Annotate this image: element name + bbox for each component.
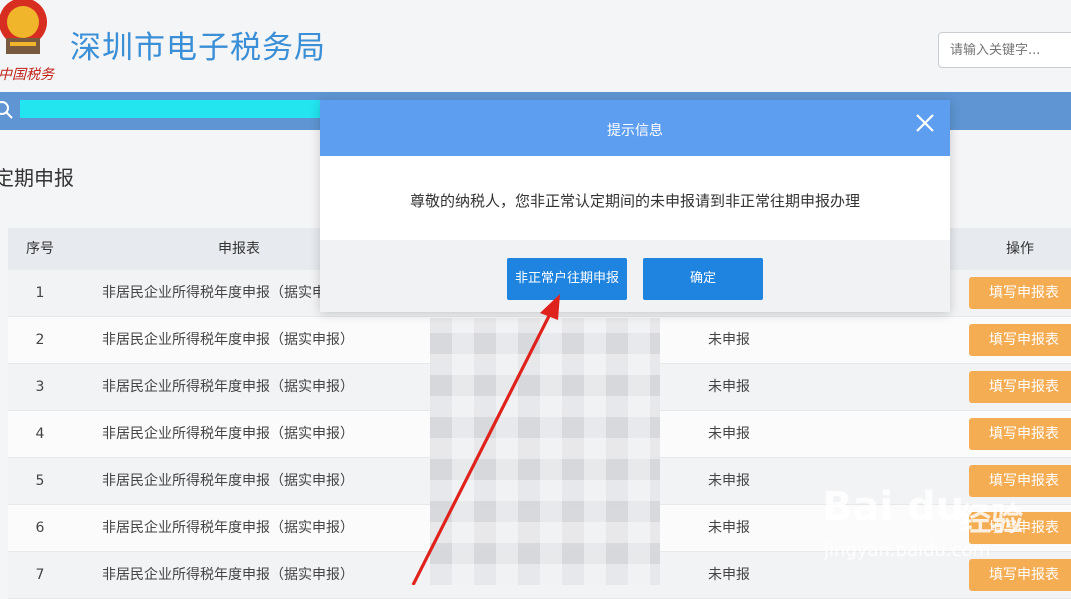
- row-number: 2: [35, 332, 45, 348]
- prompt-dialog: 提示信息 尊敬的纳税人，您非正常认定期间的未申报请到非正常往期申报办理 非正常户…: [320, 100, 950, 312]
- row-form-name: 非居民企业所得税年度申报（据实申报）: [102, 473, 354, 489]
- row-status: 未申报: [708, 567, 750, 583]
- fill-form-button[interactable]: 填写申报表: [969, 324, 1071, 356]
- row-number: 7: [35, 567, 45, 583]
- row-form-name: 非居民企业所得税年度申报（据实申报）: [102, 520, 354, 536]
- row-status: 未申报: [708, 332, 750, 348]
- search-icon[interactable]: [0, 100, 14, 120]
- pixelated-redaction: [430, 318, 660, 585]
- fill-form-button[interactable]: 填写申报表: [969, 418, 1071, 450]
- row-number: 6: [35, 520, 45, 536]
- row-form-name: 非居民企业所得税年度申报（据实申报）: [102, 567, 354, 583]
- fill-form-button[interactable]: 填写申报表: [969, 277, 1071, 309]
- watermark-label: 经验: [959, 500, 1024, 538]
- search-input[interactable]: [938, 32, 1071, 68]
- row-form-name: 非居民企业所得税年度申报（据实申报）: [102, 285, 354, 301]
- dialog-message: 尊敬的纳税人，您非正常认定期间的未申报请到非正常往期申报办理: [409, 192, 860, 210]
- abnormal-past-declaration-button[interactable]: 非正常户往期申报: [507, 258, 627, 300]
- row-status: 未申报: [708, 473, 750, 489]
- row-status: 未申报: [708, 520, 750, 536]
- row-number: 4: [35, 426, 45, 442]
- redacted-highlight: [20, 100, 320, 118]
- close-icon[interactable]: [914, 112, 936, 134]
- row-number: 3: [35, 379, 45, 395]
- row-number: 5: [35, 473, 45, 489]
- row-form-name: 非居民企业所得税年度申报（据实申报）: [102, 426, 354, 442]
- column-header-action: 操作: [1006, 241, 1034, 257]
- site-title: 深圳市电子税务局: [70, 30, 326, 66]
- row-form-name: 非居民企业所得税年度申报（据实申报）: [102, 332, 354, 348]
- row-form-name: 非居民企业所得税年度申报（据实申报）: [102, 379, 354, 395]
- section-title: 定期申报: [0, 166, 74, 190]
- dialog-title: 提示信息: [607, 123, 663, 139]
- row-status: 未申报: [708, 426, 750, 442]
- header: 中国税务 深圳市电子税务局: [0, 0, 1071, 92]
- row-number: 1: [35, 285, 45, 301]
- confirm-button[interactable]: 确定: [643, 258, 763, 300]
- column-header-form: 申报表: [218, 241, 260, 257]
- column-header-no: 序号: [26, 241, 54, 257]
- watermark-logo: Bai du: [822, 484, 965, 530]
- dialog-header: 提示信息: [320, 100, 950, 156]
- emblem-text: 中国税务: [0, 67, 54, 83]
- baidu-watermark: Bai du 经验 jingyan.baidu.com: [822, 464, 1062, 574]
- fill-form-button[interactable]: 填写申报表: [969, 371, 1071, 403]
- row-status: 未申报: [708, 379, 750, 395]
- dialog-footer: 非正常户往期申报 确定: [320, 240, 950, 312]
- watermark-url: jingyan.baidu.com: [824, 540, 991, 561]
- emblem-icon: [0, 0, 47, 54]
